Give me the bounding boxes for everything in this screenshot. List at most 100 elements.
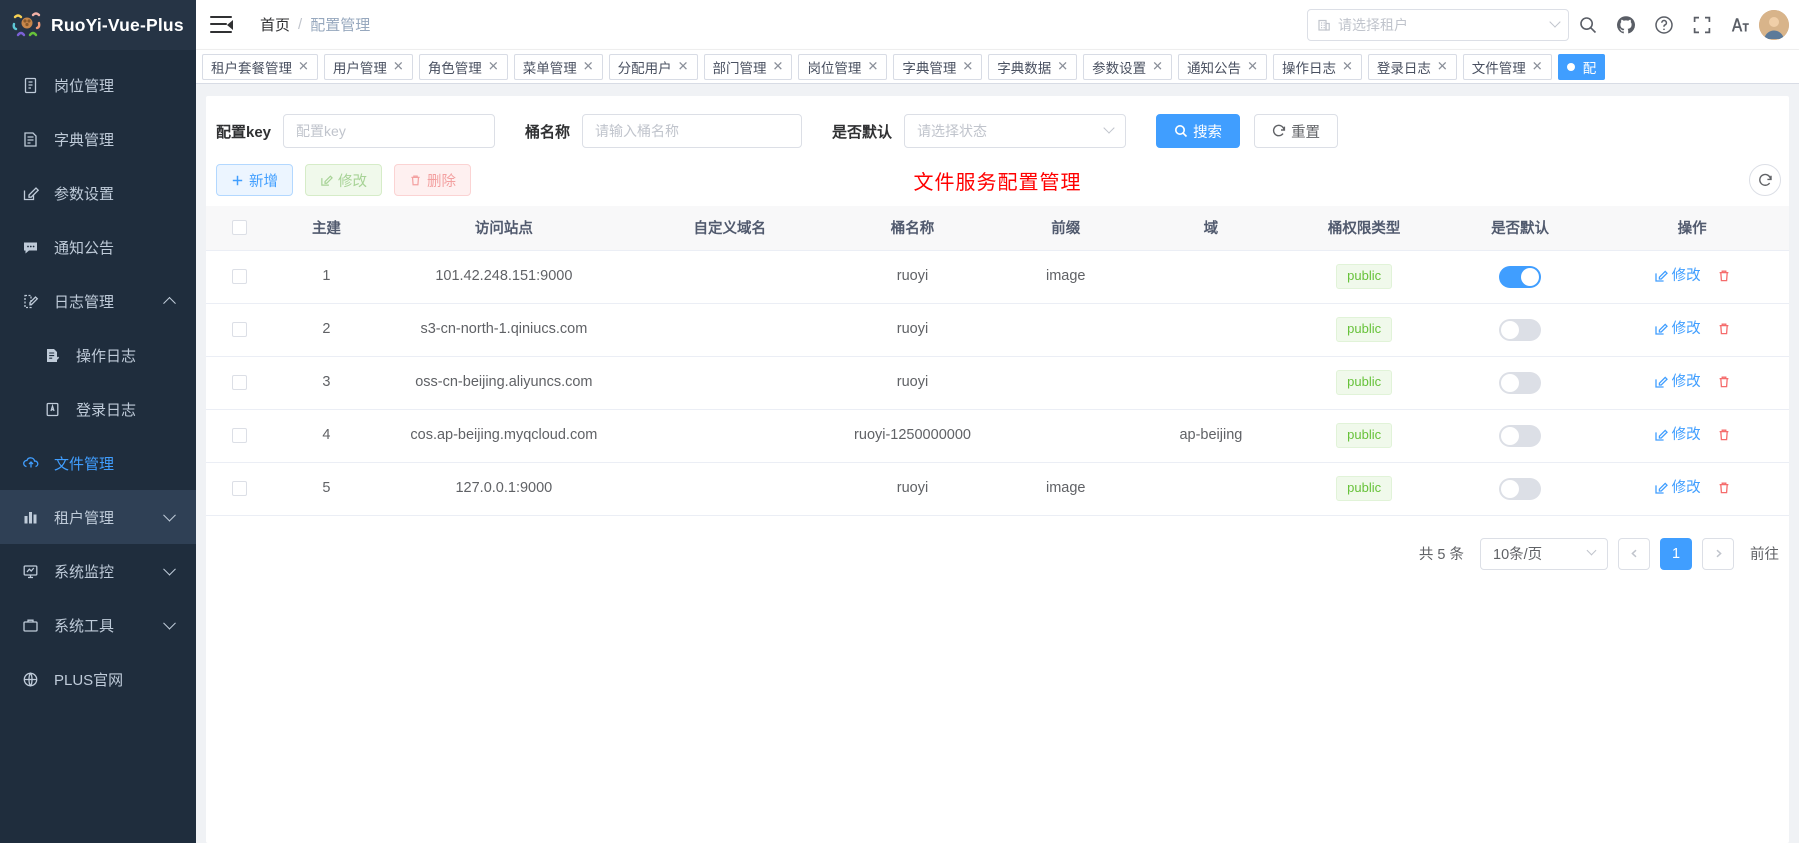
default-toggle[interactable] xyxy=(1499,477,1542,500)
row-delete-link[interactable] xyxy=(1717,322,1731,336)
table-row[interactable]: 1 101.42.248.151:9000 ruoyi image public xyxy=(206,250,1789,304)
tag-item[interactable]: 参数设置 ✕ xyxy=(1083,53,1173,80)
search-button[interactable]: 搜索 xyxy=(1156,114,1241,148)
sidebar-item-notice[interactable]: 通知公告 xyxy=(0,220,196,274)
row-checkbox[interactable] xyxy=(231,321,247,337)
font-size-icon[interactable] xyxy=(1721,0,1759,50)
row-edit-link[interactable]: 修改 xyxy=(1654,372,1701,393)
sidebar-item-tool[interactable]: 系统工具 xyxy=(0,598,196,652)
search-icon[interactable] xyxy=(1569,0,1607,50)
row-checkbox[interactable] xyxy=(231,427,247,443)
cell-is-default xyxy=(1444,409,1596,463)
page-number-1[interactable]: 1 xyxy=(1660,537,1692,570)
add-button[interactable]: 新增 xyxy=(216,164,293,196)
navbar-right: 请选择租户 xyxy=(1307,0,1799,50)
config-key-input[interactable]: 配置key xyxy=(283,114,496,148)
tag-item[interactable]: 字典管理 ✕ xyxy=(893,53,983,80)
sidebar-item-plus-site[interactable]: PLUS官网 xyxy=(0,652,196,706)
tag-item[interactable]: 部门管理 ✕ xyxy=(703,53,793,80)
tag-item[interactable]: 文件管理 ✕ xyxy=(1462,53,1552,80)
table-row[interactable]: 3 oss-cn-beijing.aliyuncs.com ruoyi publ… xyxy=(206,356,1789,410)
avatar[interactable] xyxy=(1759,9,1793,40)
help-icon[interactable] xyxy=(1645,0,1683,50)
github-icon[interactable] xyxy=(1607,0,1645,50)
sidebar-item-post[interactable]: 岗位管理 xyxy=(0,58,196,112)
close-icon[interactable]: ✕ xyxy=(773,60,784,73)
select-all-checkbox[interactable] xyxy=(231,220,247,236)
close-icon[interactable]: ✕ xyxy=(393,60,404,73)
edit-button[interactable]: 修改 xyxy=(305,164,382,196)
row-edit-link[interactable]: 修改 xyxy=(1654,319,1701,340)
close-icon[interactable]: ✕ xyxy=(583,60,594,73)
row-delete-link[interactable] xyxy=(1717,375,1731,389)
row-edit-link[interactable]: 修改 xyxy=(1654,425,1701,446)
bucket-name-input[interactable]: 请输入桶名称 xyxy=(582,114,803,148)
sidebar-item-monitor[interactable]: 系统监控 xyxy=(0,544,196,598)
sidebar-item-tenant[interactable]: 租户管理 xyxy=(0,490,196,544)
close-icon[interactable]: ✕ xyxy=(1057,60,1068,73)
tag-item[interactable]: 菜单管理 ✕ xyxy=(513,53,603,80)
row-edit-link[interactable]: 修改 xyxy=(1654,478,1701,499)
tag-item[interactable]: 通知公告 ✕ xyxy=(1178,53,1267,80)
row-checkbox[interactable] xyxy=(231,374,247,390)
sidebar-item-logininfor[interactable]: 登录日志 xyxy=(0,382,196,436)
breadcrumb-home[interactable]: 首页 xyxy=(260,14,290,35)
next-page-button[interactable] xyxy=(1702,537,1734,570)
table-row[interactable]: 4 cos.ap-beijing.myqcloud.com ruoyi-1250… xyxy=(206,409,1789,463)
close-icon[interactable]: ✕ xyxy=(298,60,309,73)
tag-item[interactable]: 分配用户 ✕ xyxy=(608,53,698,80)
tag-item[interactable]: 岗位管理 ✕ xyxy=(798,53,888,80)
sidebar-item-oss[interactable]: 文件管理 xyxy=(0,436,196,490)
cell-domain xyxy=(627,409,832,463)
sidebar-item-log[interactable]: 日志管理 xyxy=(0,274,196,328)
tag-item-active[interactable]: 配 xyxy=(1557,53,1606,80)
table-toolbar: 新增 修改 删除 文件服务配置管理 xyxy=(206,150,1789,206)
close-icon[interactable]: ✕ xyxy=(678,60,689,73)
table-row[interactable]: 2 s3-cn-north-1.qiniucs.com ruoyi public xyxy=(206,303,1789,357)
row-edit-link[interactable]: 修改 xyxy=(1654,266,1701,287)
tag-item[interactable]: 字典数据 ✕ xyxy=(988,53,1078,80)
main-area: 首页 / 配置管理 请选择租户 租户套餐管理 ✕ 用户管理 ✕ 角色管理 ✕ 菜… xyxy=(196,0,1799,843)
default-toggle[interactable] xyxy=(1499,265,1542,288)
tag-item[interactable]: 登录日志 ✕ xyxy=(1367,53,1457,80)
reset-button[interactable]: 重置 xyxy=(1254,114,1339,148)
row-checkbox[interactable] xyxy=(231,480,247,496)
refresh-circle-icon[interactable] xyxy=(1749,164,1781,196)
close-icon[interactable]: ✕ xyxy=(1342,60,1353,73)
close-icon[interactable]: ✕ xyxy=(1152,60,1163,73)
tag-label: 用户管理 xyxy=(332,60,387,76)
chevron-down-icon xyxy=(1103,122,1115,134)
fullscreen-icon[interactable] xyxy=(1683,0,1721,50)
tag-item[interactable]: 操作日志 ✕ xyxy=(1272,53,1362,80)
tenant-select[interactable]: 请选择租户 xyxy=(1307,8,1569,41)
close-icon[interactable]: ✕ xyxy=(962,60,973,73)
default-toggle[interactable] xyxy=(1499,318,1542,341)
row-checkbox[interactable] xyxy=(231,268,247,284)
is-default-select[interactable]: 请选择状态 xyxy=(904,114,1127,148)
tag-item[interactable]: 用户管理 ✕ xyxy=(323,53,413,80)
default-toggle[interactable] xyxy=(1499,371,1542,394)
close-icon[interactable]: ✕ xyxy=(867,60,878,73)
page-size-select[interactable]: 10条/页 xyxy=(1480,537,1608,570)
sidebar-logo[interactable]: RuoYi-Vue-Plus xyxy=(0,0,196,50)
default-toggle[interactable] xyxy=(1499,424,1542,447)
hamburger-collapse-icon[interactable] xyxy=(210,15,233,34)
tag-item[interactable]: 租户套餐管理 ✕ xyxy=(202,53,318,80)
chevron-down-icon xyxy=(1549,15,1561,28)
row-delete-link[interactable] xyxy=(1717,481,1731,495)
close-icon[interactable]: ✕ xyxy=(1532,60,1543,73)
tag-label: 配 xyxy=(1582,60,1597,76)
close-icon[interactable]: ✕ xyxy=(1437,60,1448,73)
row-delete-link[interactable] xyxy=(1717,269,1731,283)
sidebar-item-operlog[interactable]: 操作日志 xyxy=(0,328,196,382)
delete-button[interactable]: 删除 xyxy=(394,164,471,196)
sidebar-item-dict[interactable]: 字典管理 xyxy=(0,112,196,166)
row-delete-link[interactable] xyxy=(1717,428,1731,442)
oss-config-table: 主建 访问站点 自定义域名 桶名称 前缀 域 桶权限类型 是否默认 操作 1 1… xyxy=(206,206,1789,516)
tag-item[interactable]: 角色管理 ✕ xyxy=(418,53,508,80)
close-icon[interactable]: ✕ xyxy=(1247,60,1258,73)
sidebar-item-config[interactable]: 参数设置 xyxy=(0,166,196,220)
table-row[interactable]: 5 127.0.0.1:9000 ruoyi image public 修改 xyxy=(206,462,1789,516)
prev-page-button[interactable] xyxy=(1618,537,1650,570)
close-icon[interactable]: ✕ xyxy=(488,60,499,73)
